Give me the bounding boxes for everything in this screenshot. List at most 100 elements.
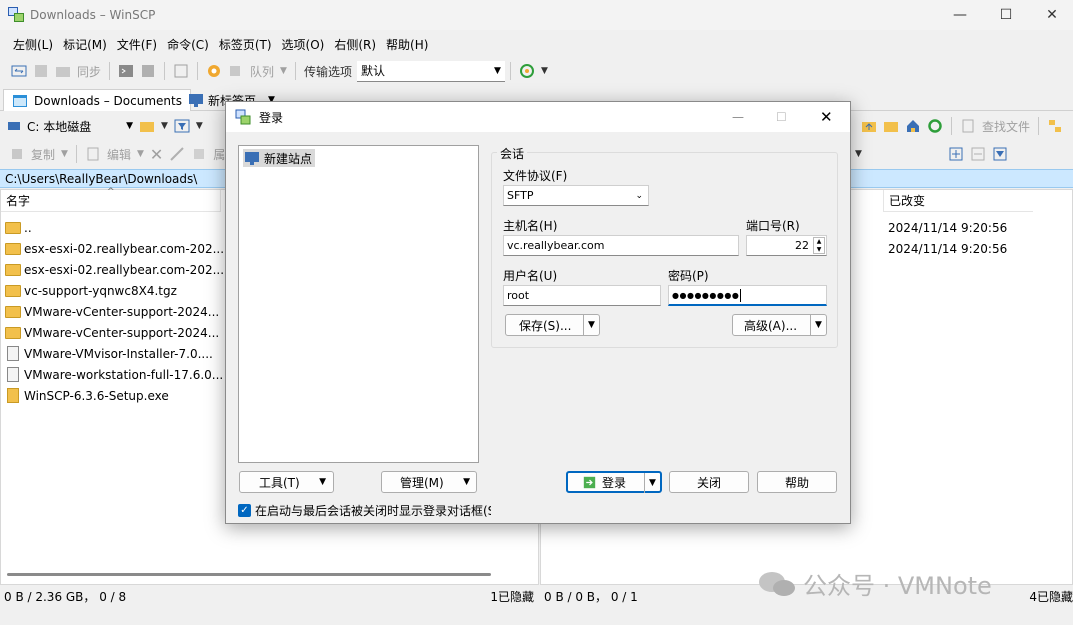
column-changed-header[interactable]: 已改变 bbox=[883, 190, 1033, 212]
login-button[interactable]: 登录 ▼ bbox=[566, 471, 662, 493]
user-label: 用户名(U) bbox=[503, 269, 558, 283]
console-icon[interactable] bbox=[115, 61, 137, 81]
table-row[interactable]: 2024/11/14 9:20:56 bbox=[888, 238, 1007, 259]
local-hidden-count: 1已隐藏 bbox=[490, 590, 534, 604]
sync-button[interactable]: 同步 bbox=[74, 61, 104, 81]
parent-dir-icon bbox=[5, 221, 21, 234]
filter-icon[interactable] bbox=[171, 116, 193, 136]
protocol-label: 文件协议(F) bbox=[503, 169, 568, 183]
delete-icon[interactable]: ✕ bbox=[147, 144, 166, 164]
menu-left[interactable]: 左侧(L) bbox=[8, 36, 58, 53]
local-status-bar: 0 B / 2.36 GB， 0 / 8 1已隐藏 bbox=[4, 586, 534, 607]
remote-dropdown-icon[interactable]: ▼ bbox=[852, 144, 865, 164]
close-window-button[interactable]: ✕ bbox=[1029, 0, 1073, 30]
menu-commands[interactable]: 命令(C) bbox=[162, 36, 214, 53]
advanced-label: 高级(A)... bbox=[744, 318, 798, 333]
login-dropdown-icon[interactable]: ▼ bbox=[644, 473, 660, 493]
list-item[interactable]: VMware-workstation-full-17.6.0... bbox=[5, 364, 223, 385]
filter-dropdown-icon[interactable]: ▼ bbox=[193, 116, 206, 136]
sync-dropdown-icon[interactable]: ▼ bbox=[538, 61, 551, 81]
edit-button[interactable]: 编辑 bbox=[104, 144, 134, 164]
copy-icon[interactable] bbox=[6, 144, 28, 164]
show-login-checkbox[interactable]: ✓ 在启动与最后会话被关闭时显示登录对话框(S bbox=[238, 502, 491, 519]
site-item-new[interactable]: 新建站点 bbox=[243, 149, 316, 167]
protocol-select[interactable]: SFTP ⌄ bbox=[503, 185, 649, 206]
tab-downloads-documents[interactable]: Downloads – Documents bbox=[3, 89, 191, 111]
open-folder-icon[interactable] bbox=[136, 116, 158, 136]
find-files-button[interactable]: 查找文件 bbox=[979, 116, 1033, 136]
password-input[interactable]: ●●●●●●●●● bbox=[668, 285, 827, 306]
transfer-settings-select[interactable]: 默认 ▼ bbox=[356, 60, 505, 82]
menu-options[interactable]: 选项(O) bbox=[277, 36, 330, 53]
site-tree[interactable]: 新建站点 bbox=[238, 145, 479, 463]
edit-dropdown-icon[interactable]: ▼ bbox=[134, 144, 147, 164]
advanced-button[interactable]: 高级(A)... ▼ bbox=[732, 314, 827, 336]
menu-mark[interactable]: 标记(M) bbox=[58, 36, 112, 53]
edit-icon[interactable] bbox=[82, 144, 104, 164]
refresh-icon[interactable] bbox=[924, 116, 946, 136]
column-name-header[interactable]: 名字 ^ bbox=[1, 187, 221, 212]
parent-folder-icon[interactable] bbox=[858, 116, 880, 136]
properties-icon[interactable] bbox=[188, 144, 210, 164]
queue-button[interactable]: 队列 bbox=[247, 61, 277, 81]
login-label: 登录 bbox=[602, 475, 627, 490]
tools-button[interactable]: 工具(T) ▼ bbox=[239, 471, 334, 493]
menu-tabs[interactable]: 标签页(T) bbox=[214, 36, 277, 53]
horizontal-scrollbar[interactable] bbox=[7, 573, 491, 576]
sync-browse-icon[interactable] bbox=[30, 61, 52, 81]
help-button[interactable]: 帮助 bbox=[757, 471, 837, 493]
window-icon[interactable] bbox=[170, 61, 192, 81]
drive-select[interactable]: C: 本地磁盘 ▼ bbox=[24, 116, 136, 137]
list-item[interactable]: VMware-vCenter-support-2024... bbox=[5, 322, 219, 343]
save-button[interactable]: 保存(S)... ▼ bbox=[505, 314, 600, 336]
root-folder-icon[interactable] bbox=[880, 116, 902, 136]
copy-dropdown-icon[interactable]: ▼ bbox=[58, 144, 71, 164]
menu-file[interactable]: 文件(F) bbox=[112, 36, 162, 53]
tab-window-icon bbox=[13, 94, 27, 107]
minus-icon[interactable] bbox=[967, 144, 989, 164]
list-item[interactable]: vc-support-yqnwc8X4.tgz bbox=[5, 280, 177, 301]
list-item[interactable]: esx-esxi-02.reallybear.com-202... bbox=[5, 259, 224, 280]
list-item[interactable]: esx-esxi-02.reallybear.com-202... bbox=[5, 238, 224, 259]
list-item[interactable]: VMware-vCenter-support-2024... bbox=[5, 301, 219, 322]
copy-button[interactable]: 复制 bbox=[28, 144, 58, 164]
port-stepper[interactable]: 22 ▲ ▼ bbox=[746, 235, 827, 256]
list-item[interactable]: VMware-VMvisor-Installer-7.0.... bbox=[5, 343, 213, 364]
host-value: vc.reallybear.com bbox=[507, 239, 605, 252]
username-input[interactable]: root bbox=[503, 285, 661, 306]
queue-dropdown-icon[interactable]: ▼ bbox=[277, 61, 290, 81]
text-cursor bbox=[740, 288, 742, 302]
dialog-minimize-button[interactable]: — bbox=[732, 110, 744, 124]
drive-label: C: 本地磁盘 bbox=[27, 119, 92, 134]
table-row[interactable]: 2024/11/14 9:20:56 bbox=[888, 217, 1007, 238]
refresh-sync-icon[interactable] bbox=[516, 61, 538, 81]
preferences-gear-icon[interactable] bbox=[203, 61, 225, 81]
home-icon[interactable] bbox=[902, 116, 924, 136]
new-item-icon[interactable] bbox=[945, 144, 967, 164]
advanced-dropdown-icon[interactable]: ▼ bbox=[810, 315, 826, 335]
manage-button[interactable]: 管理(M) ▼ bbox=[381, 471, 477, 493]
save-dropdown-icon[interactable]: ▼ bbox=[583, 315, 599, 335]
remote-filter-icon[interactable] bbox=[989, 144, 1011, 164]
find-files-icon[interactable] bbox=[957, 116, 979, 136]
maximize-button[interactable]: ☐ bbox=[983, 0, 1029, 30]
spin-arrows-icon[interactable]: ▲ ▼ bbox=[813, 237, 825, 254]
close-button[interactable]: 关闭 bbox=[669, 471, 749, 493]
folder-dropdown-icon[interactable]: ▼ bbox=[158, 116, 171, 136]
minimize-button[interactable]: — bbox=[937, 0, 983, 30]
menu-help[interactable]: 帮助(H) bbox=[381, 36, 433, 53]
menu-right[interactable]: 右侧(R) bbox=[329, 36, 381, 53]
column-name-label: 名字 bbox=[6, 194, 31, 208]
queue-icon[interactable] bbox=[225, 61, 247, 81]
host-input[interactable]: vc.reallybear.com bbox=[503, 235, 739, 256]
putty-icon[interactable] bbox=[137, 61, 159, 81]
tree-icon[interactable] bbox=[1044, 116, 1066, 136]
dialog-close-button[interactable]: ✕ bbox=[820, 108, 833, 126]
list-item[interactable]: WinSCP-6.3.6-Setup.exe bbox=[5, 385, 169, 406]
compare-icon[interactable] bbox=[8, 61, 30, 81]
folder-sync-icon[interactable] bbox=[52, 61, 74, 81]
list-item[interactable]: .. bbox=[5, 217, 32, 238]
dialog-maximize-button[interactable]: ☐ bbox=[776, 110, 787, 124]
rename-icon[interactable] bbox=[166, 144, 188, 164]
dialog-title-bar: 登录 — ☐ ✕ bbox=[226, 102, 850, 132]
